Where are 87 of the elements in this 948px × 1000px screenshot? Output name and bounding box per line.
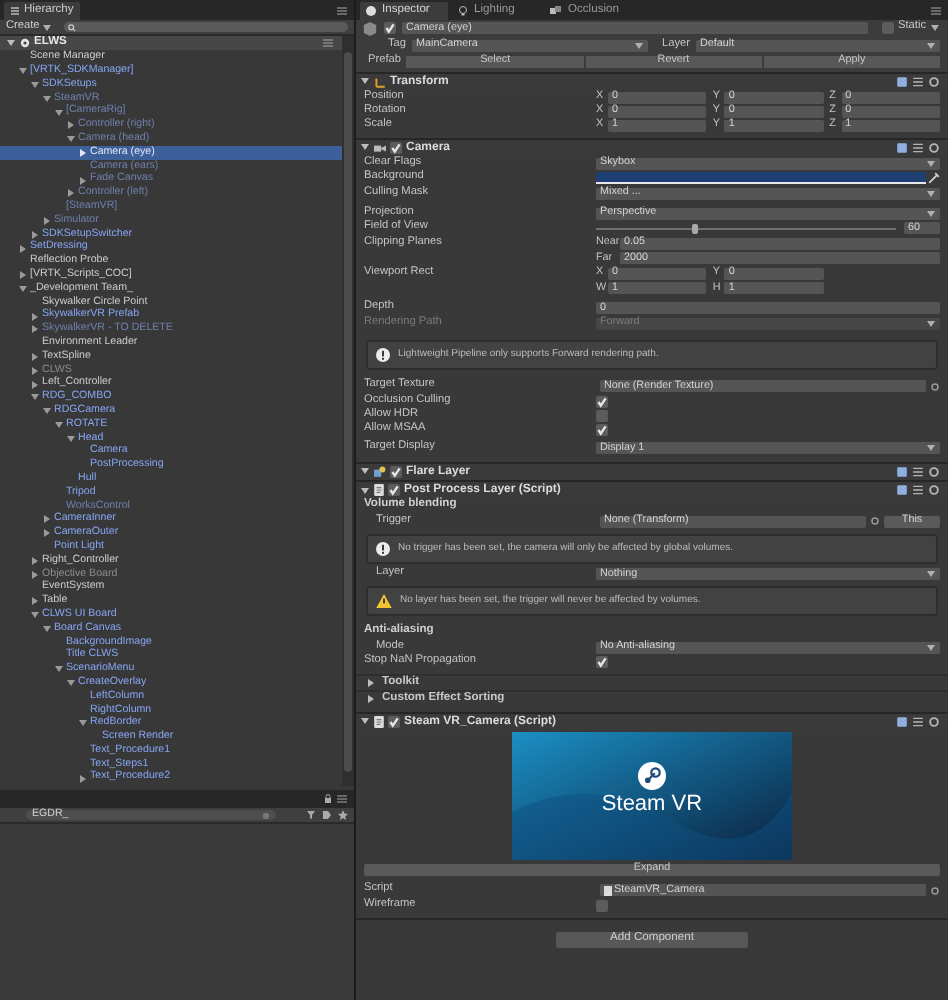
eyedropper-icon[interactable] [928,172,940,185]
preset-icon[interactable] [912,75,924,88]
preset-icon[interactable] [912,484,924,497]
caret-right-icon[interactable] [78,175,88,186]
warning-icon [376,594,392,608]
caret-down-icon[interactable] [360,142,370,153]
scrollbar[interactable] [342,36,354,786]
object-picker-icon[interactable] [930,885,940,896]
preset-icon[interactable] [912,141,924,154]
cubes-icon [550,6,562,16]
caret-right-icon[interactable] [30,229,40,240]
caret-down-icon[interactable] [42,623,52,634]
preset-icon[interactable] [912,715,924,728]
menu-icon[interactable] [336,794,348,804]
checkbox[interactable] [390,465,402,478]
caret-right-icon[interactable] [78,773,88,784]
caret-down-icon[interactable] [54,664,64,675]
caret-right-icon[interactable] [42,528,52,539]
checkbox[interactable] [596,656,608,668]
caret-down-icon[interactable] [66,433,76,444]
caret-right-icon[interactable] [18,270,28,281]
script-icon [374,715,384,728]
settings-icon[interactable] [928,75,940,88]
checkbox[interactable] [596,423,608,435]
banner-title: Steam VR [601,794,703,816]
slider-thumb[interactable] [692,223,698,234]
caret-down-icon[interactable] [30,610,40,621]
caret-down-icon [926,189,936,198]
caret-right-icon[interactable] [30,351,40,362]
checkbox[interactable] [384,22,396,35]
caret-down-icon[interactable] [66,134,76,145]
caret-right-icon[interactable] [30,555,40,566]
checkbox[interactable] [388,715,400,728]
checkbox[interactable] [596,409,608,421]
menu-icon[interactable] [930,6,942,16]
flare-icon [374,465,386,478]
camera-icon [374,141,386,154]
caret-down-icon[interactable] [360,76,370,87]
caret-down-icon[interactable] [78,718,88,729]
caret-down-icon [926,209,936,218]
axes-icon [374,75,386,88]
checkbox[interactable] [882,22,894,35]
search-field[interactable] [63,22,348,32]
caret-right-icon[interactable] [66,188,76,199]
caret-right-icon[interactable] [66,120,76,131]
checkbox[interactable] [596,899,608,911]
search-icon [67,23,76,31]
menu-icon[interactable] [336,6,348,16]
star-icon[interactable] [338,810,348,820]
caret-down-icon [926,570,936,579]
preset-icon[interactable] [912,465,924,478]
settings-icon[interactable] [928,715,940,728]
caret-down-icon[interactable] [360,716,370,727]
caret-down-icon [926,444,936,453]
caret-right-icon[interactable] [30,365,40,376]
caret-right-icon[interactable] [42,215,52,226]
checkbox[interactable] [596,395,608,407]
caret-right-icon[interactable] [30,569,40,580]
caret-down-icon[interactable] [18,66,28,77]
lock-icon[interactable] [324,794,332,804]
caret-right-icon[interactable] [78,147,88,158]
object-picker-icon[interactable] [930,381,940,392]
caret-down-icon[interactable] [54,107,64,118]
bulb-icon [458,6,468,16]
checkbox[interactable] [388,484,400,497]
caret-down-icon [634,41,645,49]
caret-down-icon [926,643,936,652]
script-icon [604,885,612,896]
caret-right-icon[interactable] [366,678,376,688]
caret-right-icon[interactable] [30,596,40,607]
caret-down-icon[interactable] [42,406,52,417]
color-swatch[interactable] [596,172,926,185]
settings-icon[interactable] [928,141,940,154]
caret-down-icon[interactable] [54,419,64,430]
caret-down-icon [926,319,936,328]
caret-down-icon[interactable] [42,93,52,104]
list-icon [10,6,20,16]
caret-right-icon[interactable] [42,514,52,525]
caret-right-icon[interactable] [366,694,376,704]
logo-icon [638,762,666,790]
object-picker-icon[interactable] [870,516,880,527]
script-icon [374,484,384,497]
caret-right-icon[interactable] [18,243,28,254]
caret-down-icon[interactable] [66,678,76,689]
caret-down-icon[interactable] [30,79,40,90]
checkbox[interactable] [390,141,402,154]
caret-right-icon[interactable] [30,379,40,390]
